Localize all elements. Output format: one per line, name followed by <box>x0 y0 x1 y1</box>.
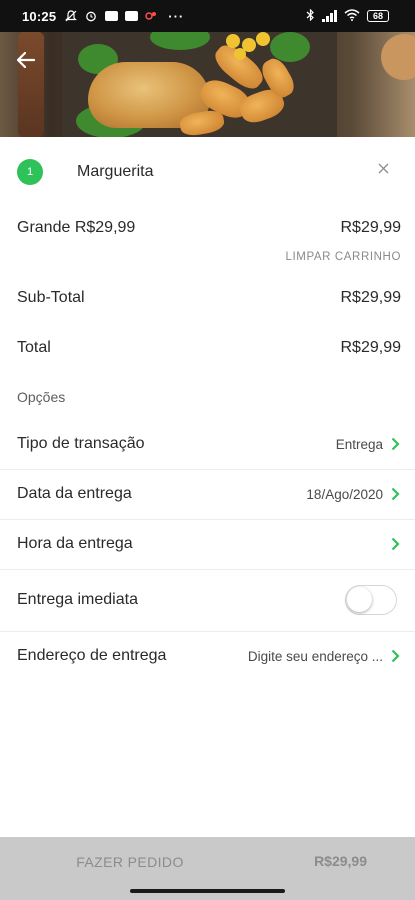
subtotal-value: R$29,99 <box>340 289 402 306</box>
item-detail-price: R$29,99 <box>340 219 402 236</box>
more-notifications-icon: ··· <box>168 8 185 24</box>
corn-image <box>226 34 240 48</box>
wifi-icon <box>344 8 360 24</box>
cart-content: 1 Marguerita Grande R$29,99 R$29,99 LIMP… <box>0 137 415 664</box>
arrow-left-icon <box>16 50 36 75</box>
bowl-image <box>381 34 415 80</box>
order-footer: FAZER PEDIDO R$29,99 <box>0 837 415 900</box>
close-icon <box>378 161 389 178</box>
delivery-address-row[interactable]: Endereço de entrega Digite seu endereço … <box>0 631 415 681</box>
item-quantity-badge: 1 <box>17 159 43 185</box>
total-label: Total <box>17 339 51 356</box>
greens-image <box>270 32 310 62</box>
corn-image <box>234 48 246 60</box>
restaurant-header-image <box>0 32 415 137</box>
immediate-delivery-label: Entrega imediata <box>17 591 138 608</box>
home-indicator[interactable] <box>130 889 285 893</box>
chat-icon <box>124 9 138 23</box>
subtotal-row: Sub-Total R$29,99 <box>0 285 415 317</box>
place-order-button[interactable]: FAZER PEDIDO <box>0 837 260 887</box>
cart-item-row: 1 Marguerita <box>0 137 415 207</box>
corn-image <box>256 32 270 46</box>
clear-cart-button[interactable]: LIMPAR CARRINHO <box>286 251 402 263</box>
subtotal-label: Sub-Total <box>17 289 85 306</box>
item-name: Marguerita <box>77 163 154 180</box>
toggle-knob <box>347 587 372 612</box>
item-detail-label: Grande R$29,99 <box>17 219 136 236</box>
chevron-right-icon <box>389 649 401 663</box>
transaction-type-value: Entrega <box>335 436 383 452</box>
item-detail-row: Grande R$29,99 R$29,99 <box>0 207 415 251</box>
delivery-date-value: 18/Ago/2020 <box>306 486 383 502</box>
total-value: R$29,99 <box>340 339 402 356</box>
chevron-right-icon <box>389 487 401 501</box>
status-right-icons: 68 <box>306 0 389 32</box>
immediate-delivery-row: Entrega imediata <box>0 569 415 632</box>
order-total: R$29,99 <box>314 853 367 869</box>
alarm-icon <box>84 9 98 23</box>
app-alert-icon <box>144 9 158 23</box>
battery-icon: 68 <box>367 10 389 22</box>
notification-icon <box>64 9 78 23</box>
remove-item-button[interactable] <box>378 162 389 178</box>
options-title: Opções <box>17 389 66 405</box>
bluetooth-icon <box>306 8 315 24</box>
delivery-time-label: Hora da entrega <box>17 535 133 552</box>
total-row: Total R$29,99 <box>0 335 415 367</box>
delivery-date-row[interactable]: Data da entrega 18/Ago/2020 <box>0 469 415 520</box>
immediate-delivery-toggle[interactable] <box>345 585 397 615</box>
status-left-icons: ··· <box>64 9 184 24</box>
transaction-type-row[interactable]: Tipo de transação Entrega <box>0 419 415 470</box>
delivery-address-value: Digite seu endereço ... <box>247 648 383 664</box>
status-time: 10:25 <box>22 8 57 24</box>
delivery-date-label: Data da entrega <box>17 485 132 502</box>
chevron-right-icon <box>389 437 401 451</box>
delivery-address-label: Endereço de entrega <box>17 647 167 664</box>
message-icon <box>104 9 118 23</box>
signal-icon <box>322 10 337 22</box>
delivery-time-row[interactable]: Hora da entrega <box>0 519 415 570</box>
status-bar: 10:25 ··· 68 <box>0 0 415 32</box>
chevron-right-icon <box>389 537 401 551</box>
back-button[interactable] <box>12 48 40 76</box>
transaction-type-label: Tipo de transação <box>17 435 145 452</box>
